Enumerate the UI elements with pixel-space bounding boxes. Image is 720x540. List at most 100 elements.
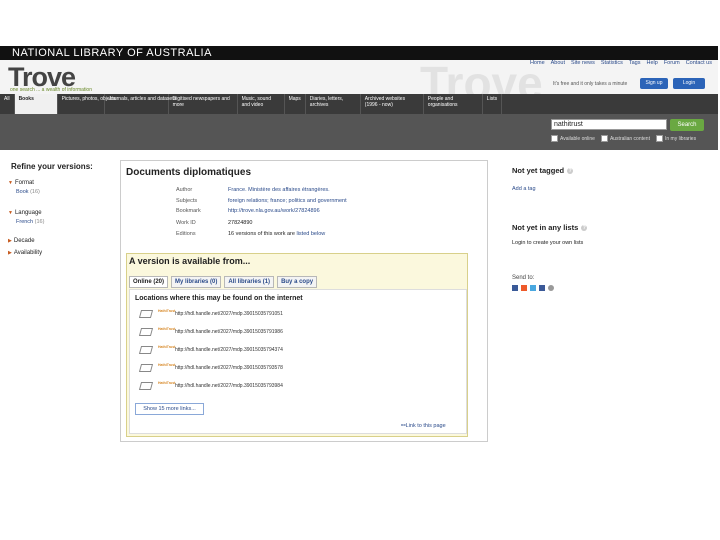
top-link-about[interactable]: About (551, 60, 565, 66)
hathitrust-logo: HathiTrust (158, 363, 176, 367)
help-icon[interactable]: ? (567, 168, 574, 175)
meta-label: Bookmark (176, 208, 201, 214)
lists-login-text[interactable]: Login to create your own lists (512, 240, 583, 246)
tab-books[interactable]: Books (14, 94, 58, 114)
meta-label: Work ID (176, 220, 196, 226)
meta-work-id: Work ID 27824890 (176, 220, 252, 226)
facet-count: (16) (34, 219, 45, 225)
listed-below-link[interactable]: listed below (296, 231, 325, 237)
meta-author: Author France. Ministère des affaires ét… (176, 187, 330, 193)
tab-online[interactable]: Online (20) (129, 276, 169, 288)
tags-title-text: Not yet tagged (512, 166, 565, 175)
top-link-contact[interactable]: Contact us (686, 60, 712, 66)
tab-people[interactable]: People and organisations (424, 94, 483, 114)
facet-value-french[interactable]: French (16) (16, 219, 44, 225)
link-to-page[interactable]: ⚯Link to this page (401, 423, 446, 429)
document-icon (138, 363, 154, 372)
tab-maps[interactable]: Maps (285, 94, 306, 114)
document-icon (138, 345, 154, 354)
location-link[interactable]: http://hdl.handle.net/2027/mdp.390150357… (175, 329, 283, 335)
tab-diaries[interactable]: Diaries, letters, archives (306, 94, 361, 114)
top-link-forum[interactable]: Forum (664, 60, 680, 66)
facet-value: French (16, 219, 34, 225)
option-in-my-libraries[interactable]: In my libraries (655, 135, 697, 142)
facebook-icon[interactable] (539, 285, 545, 291)
tab-all[interactable]: All (0, 94, 15, 114)
show-more-links-button[interactable]: Show 15 more links... (135, 403, 204, 415)
chevron-down-icon: ▼ (8, 210, 13, 216)
top-link-home[interactable]: Home (530, 60, 545, 66)
tab-all-libraries[interactable]: All libraries (1) (224, 276, 275, 288)
tab-archived-websites[interactable]: Archived websites (1996 - now) (361, 94, 424, 114)
tab-my-libraries[interactable]: My libraries (0) (171, 276, 222, 288)
tab-newspapers[interactable]: Digitised newspapers and more (169, 94, 238, 114)
option-label: In my libraries (664, 135, 697, 142)
top-links: Home About Site news Statistics Tags Hel… (530, 60, 712, 66)
twitter-icon[interactable] (530, 285, 536, 291)
location-item: HathiTrust http://hdl.handle.net/2027/md… (138, 381, 283, 390)
facet-label: Format (14, 180, 34, 186)
login-button[interactable]: Login (673, 78, 705, 89)
checkbox[interactable] (600, 135, 608, 142)
lists-title-text: Not yet in any lists (512, 223, 579, 232)
facet-availability[interactable]: ▶ Availability (8, 250, 42, 256)
location-link[interactable]: http://hdl.handle.net/2027/mdp.390150357… (175, 311, 283, 317)
signup-button[interactable]: Sign up (640, 78, 668, 89)
top-link-help[interactable]: Help (647, 60, 658, 66)
lists-title: Not yet in any lists? (512, 223, 588, 232)
checkbox[interactable] (655, 135, 663, 142)
meta-bookmark: Bookmark http://trove.nla.gov.au/work/27… (176, 208, 320, 214)
add-tag-link[interactable]: Add a tag (512, 186, 536, 192)
option-available-online[interactable]: Available online (551, 135, 595, 142)
search-button[interactable]: Search (670, 119, 704, 131)
tab-pictures[interactable]: Pictures, photos, objects (58, 94, 116, 114)
top-link-site-news[interactable]: Site news (571, 60, 595, 66)
logo-tagline: one search ... a wealth of information (10, 87, 92, 93)
refine-title: Refine your versions: (11, 162, 93, 171)
share-more-icon[interactable] (548, 285, 554, 291)
tab-lists[interactable]: Lists (483, 94, 503, 114)
meta-value[interactable]: http://trove.nla.gov.au/work/27824896 (228, 208, 320, 214)
location-item: HathiTrust http://hdl.handle.net/2027/md… (138, 345, 283, 354)
delicious-icon[interactable] (512, 285, 518, 291)
facet-decade[interactable]: ▶ Decade (8, 238, 35, 244)
chevron-down-icon: ▼ (8, 180, 13, 186)
work-title: Documents diplomatiques (126, 167, 252, 178)
facet-label: Availability (13, 250, 43, 256)
document-icon (138, 309, 154, 318)
tab-buy-a-copy[interactable]: Buy a copy (277, 276, 318, 288)
version-tabs: Online (20) My libraries (0) All librari… (129, 276, 318, 288)
checkbox[interactable] (551, 135, 558, 142)
facet-language[interactable]: ▼ Language (8, 210, 42, 216)
meta-value[interactable]: foreign relations; france; politics and … (228, 198, 347, 204)
facet-value: Book (16, 189, 29, 195)
location-item: HathiTrust http://hdl.handle.net/2027/md… (138, 327, 283, 336)
tab-music[interactable]: Music, sound and video (238, 94, 285, 114)
location-link[interactable]: http://hdl.handle.net/2027/mdp.390150357… (175, 383, 283, 389)
meta-value: 16 versions of this work are listed belo… (228, 231, 325, 237)
top-link-statistics[interactable]: Statistics (601, 60, 623, 66)
location-link[interactable]: http://hdl.handle.net/2027/mdp.390150357… (175, 365, 283, 371)
meta-value[interactable]: France. Ministère des affaires étrangère… (228, 187, 330, 193)
meta-subjects: Subjects foreign relations; france; poli… (176, 198, 347, 204)
option-australian-content[interactable]: Australian content (600, 135, 650, 142)
locations-heading: Locations where this may be found on the… (135, 295, 303, 302)
document-icon (138, 327, 154, 336)
facet-format[interactable]: ▼ Format (8, 180, 34, 186)
hathitrust-logo: HathiTrust (158, 309, 176, 313)
search-input[interactable]: nathitrust (551, 119, 667, 130)
meta-label: Author (176, 187, 193, 193)
help-icon[interactable]: ? (581, 225, 588, 232)
hathitrust-logo: HathiTrust (158, 327, 176, 331)
document-icon (138, 381, 154, 390)
tab-journals[interactable]: Journals, articles and datasets (105, 94, 176, 114)
digg-icon[interactable] (521, 285, 527, 291)
top-link-tags[interactable]: Tags (629, 60, 641, 66)
facet-value-book[interactable]: Book (16) (16, 189, 40, 195)
meta-value: 27824890 (228, 220, 253, 226)
zone-tabs: All Books Pictures, photos, objects Jour… (0, 94, 718, 114)
location-link[interactable]: http://hdl.handle.net/2027/mdp.390150357… (175, 347, 283, 353)
signup-promo: It's free and it only takes a minute (553, 81, 628, 87)
editions-text: 16 versions of this work are (228, 231, 295, 237)
location-item: HathiTrust http://hdl.handle.net/2027/md… (138, 363, 283, 372)
